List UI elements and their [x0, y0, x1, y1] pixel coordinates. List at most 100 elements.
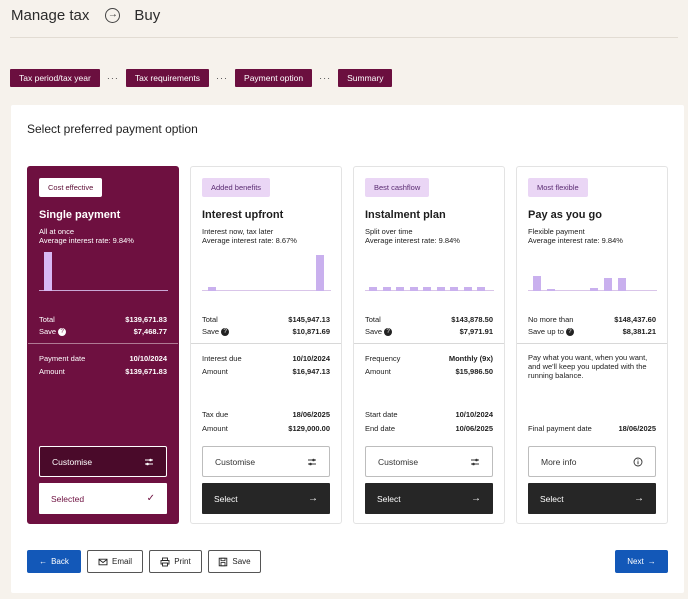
save-value: $8,381.21 — [622, 327, 656, 336]
badge: Best cashflow — [365, 178, 430, 197]
chart-bar — [604, 277, 612, 291]
option-card-pay-as-you-go[interactable]: Most flexible Pay as you go Flexible pay… — [516, 166, 668, 524]
option-card-interest-upfront[interactable]: Added benefits Interest upfront Interest… — [190, 166, 342, 524]
row-label: Amount — [202, 367, 228, 376]
total-row: Total $143,878.50 — [365, 315, 493, 324]
card-rate: Average interest rate: 9.84% — [365, 236, 460, 245]
select-button[interactable]: Select → — [365, 483, 493, 514]
option-card-instalment-plan[interactable]: Best cashflow Instalment plan Split over… — [353, 166, 505, 524]
card-rate: Average interest rate: 9.84% — [39, 236, 134, 245]
row-label: Payment date — [39, 354, 86, 363]
row-label: Amount — [365, 367, 391, 376]
chart-bar — [409, 286, 418, 291]
sliders-icon — [145, 458, 153, 465]
chart-bar — [618, 278, 627, 291]
row-value: 10/10/2024 — [129, 354, 167, 363]
step-payment-option[interactable]: Payment option — [235, 69, 313, 87]
payment-chart — [202, 249, 331, 291]
card-title: Interest upfront — [202, 209, 284, 221]
step-separator: ··· — [106, 73, 119, 83]
button-label: Select — [377, 493, 401, 504]
arrow-left-icon: ← — [39, 557, 48, 566]
save-row: Save? $7,971.91 — [365, 327, 493, 337]
current-section: Buy — [134, 6, 161, 24]
chart-bar — [477, 286, 485, 291]
panel-title: Select preferred payment option — [27, 122, 198, 136]
total-label: Total — [365, 315, 381, 324]
print-button[interactable]: Print — [149, 550, 202, 573]
page-header: Manage tax → Buy — [11, 6, 160, 24]
payment-chart — [365, 249, 494, 291]
save-row: Save up to? $8,381.21 — [528, 327, 656, 337]
customise-button[interactable]: Customise — [39, 446, 167, 477]
total-value: $143,878.50 — [451, 315, 493, 324]
button-label: More info — [541, 456, 577, 467]
badge: Cost effective — [39, 178, 103, 197]
stepper: Tax period/tax year ··· Tax requirements… — [10, 69, 393, 87]
row-value: $129,000.00 — [288, 424, 330, 433]
step-separator: ··· — [319, 73, 332, 83]
total-value: $148,437.60 — [614, 315, 656, 324]
row-value: 18/06/2025 — [618, 424, 656, 433]
button-label: Customise — [378, 456, 419, 467]
info-icon[interactable]: ? — [384, 328, 393, 337]
chart-bar — [396, 286, 404, 291]
frequency-row: Frequency Monthly (9x) — [365, 354, 493, 363]
save-value: $7,468.77 — [133, 327, 167, 336]
total-label: No more than — [528, 315, 574, 324]
button-label: Customise — [52, 456, 93, 467]
button-label: Next — [627, 557, 644, 566]
select-button[interactable]: Select → — [528, 483, 656, 514]
more-info-button[interactable]: More info — [528, 446, 656, 477]
arrow-right-icon: → — [308, 493, 318, 504]
button-label: Print — [174, 557, 191, 566]
amount-row: Amount $15,986.50 — [365, 367, 493, 376]
option-card-single-payment[interactable]: Cost effective Single payment All at onc… — [27, 166, 179, 524]
row-value: 10/10/2024 — [292, 354, 330, 363]
printer-icon — [160, 557, 170, 566]
info-icon[interactable]: ? — [58, 328, 67, 337]
chart-bar — [463, 286, 472, 291]
payment-options-panel: Select preferred payment option Cost eff… — [11, 105, 684, 593]
row-label: Interest due — [202, 354, 242, 363]
payment-date-row: Payment date 10/10/2024 — [39, 354, 167, 363]
selected-button[interactable]: Selected ✓ — [39, 483, 167, 514]
customise-button[interactable]: Customise — [202, 446, 330, 477]
badge: Added benefits — [202, 178, 271, 197]
total-label: Total — [202, 315, 218, 324]
page-title: Manage tax — [11, 6, 90, 24]
save-disk-icon — [219, 557, 228, 566]
amount-row: Amount $139,671.83 — [39, 367, 167, 376]
payment-chart — [528, 249, 657, 291]
back-button[interactable]: ← Back — [27, 550, 81, 573]
chart-bar — [423, 286, 431, 291]
total-value: $145,947.13 — [288, 315, 330, 324]
customise-button[interactable]: Customise — [365, 446, 493, 477]
save-row: Save? $10,871.69 — [202, 327, 330, 337]
select-button[interactable]: Select → — [202, 483, 330, 514]
divider — [28, 343, 178, 344]
step-tax-requirements[interactable]: Tax requirements — [125, 69, 210, 87]
email-button[interactable]: Email — [87, 550, 143, 573]
info-icon[interactable]: ? — [221, 328, 230, 337]
row-label: Tax due — [202, 410, 229, 419]
mail-icon — [98, 558, 108, 565]
amount-row: Amount $16,947.13 — [202, 367, 330, 376]
step-tax-period[interactable]: Tax period/tax year — [10, 69, 100, 87]
step-summary[interactable]: Summary — [338, 69, 393, 87]
button-label: Back — [51, 557, 69, 566]
row-label: Frequency — [365, 354, 401, 363]
next-button[interactable]: Next → — [615, 550, 668, 573]
interest-due-row: Interest due 10/10/2024 — [202, 354, 330, 363]
chart-bar — [44, 252, 52, 291]
row-label: Final payment date — [528, 424, 592, 433]
card-title: Single payment — [39, 209, 121, 221]
check-icon: ✓ — [146, 493, 155, 504]
total-row: No more than $148,437.60 — [528, 315, 656, 324]
save-button[interactable]: Save — [208, 550, 261, 573]
row-value: $16,947.13 — [292, 367, 330, 376]
button-label: Select — [214, 493, 238, 504]
row-value: 10/10/2024 — [455, 410, 493, 419]
save-value: $10,871.69 — [292, 327, 330, 336]
info-icon[interactable]: ? — [565, 328, 574, 337]
